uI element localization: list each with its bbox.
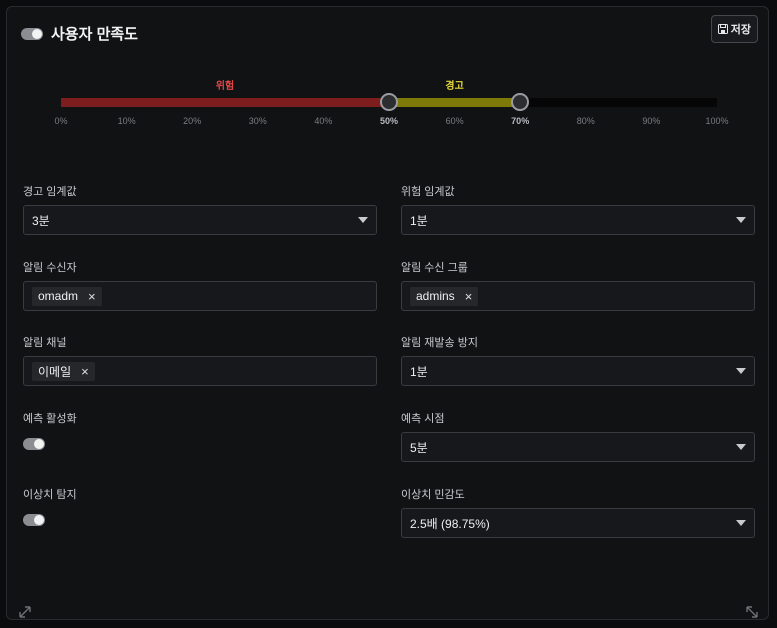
chip-label: 이메일	[38, 364, 72, 379]
anomaly-sensitivity-select[interactable]: 2.5배 (98.75%)	[401, 508, 755, 538]
recipient-groups-input[interactable]: admins ×	[401, 281, 755, 311]
save-button[interactable]: 저장	[710, 15, 758, 43]
channel-chip: 이메일 ×	[32, 361, 95, 381]
danger-zone-label: 위험	[215, 81, 235, 92]
field-label: 알림 채널	[23, 337, 67, 349]
recipient-chip: omadm ×	[32, 286, 102, 306]
field-label: 이상치 민감도	[401, 489, 465, 501]
threshold-slider: 위험 경고 0% 10% 20% 30% 40% 50% 60% 70% 80% 90% 100%	[54, 77, 728, 137]
select-value: 2.5배 (98.75%)	[410, 516, 490, 531]
chip-label: omadm	[38, 289, 79, 303]
prediction-toggle[interactable]	[23, 438, 45, 450]
chevron-down-icon	[736, 368, 746, 374]
warning-zone-label: 경고	[445, 81, 464, 92]
panel-header: 사용자 만족도 저장	[21, 15, 758, 49]
select-value: 1분	[410, 364, 428, 379]
field-label: 알림 수신자	[23, 262, 77, 274]
page-title: 사용자 만족도	[51, 26, 138, 43]
field-label: 위험 임계값	[401, 186, 455, 198]
anomaly-toggle[interactable]	[23, 514, 45, 526]
channels-input[interactable]: 이메일 ×	[23, 356, 377, 386]
settings-panel: 사용자 만족도 저장 위험 경고 0% 10% 20% 30% 40% 50% 60% 70%…	[6, 6, 769, 620]
channels-field: 알림 채널 이메일 ×	[23, 334, 377, 386]
danger-threshold-select[interactable]: 1분	[401, 205, 755, 235]
resend-prevention-select[interactable]: 1분	[401, 356, 755, 386]
slider-tick-label: 80%	[576, 116, 595, 126]
resend-prevention-field: 알림 재발송 방지 1분	[401, 334, 755, 386]
slider-tick-label: 20%	[183, 116, 202, 126]
warning-threshold-handle[interactable]	[511, 93, 530, 111]
danger-segment	[61, 98, 389, 107]
recipient-groups-field: 알림 수신 그룹 admins ×	[401, 259, 755, 311]
field-label: 알림 수신 그룹	[401, 262, 468, 274]
prediction-time-field: 예측 시점 5분	[401, 410, 755, 462]
slider-tick-label: 100%	[705, 116, 729, 126]
save-button-label: 저장	[730, 24, 751, 36]
enable-toggle[interactable]	[21, 28, 43, 40]
danger-threshold-field: 위험 임계값 1분	[401, 183, 755, 235]
field-label: 경고 임계값	[23, 186, 77, 198]
warning-segment	[389, 98, 521, 107]
warning-threshold-field: 경고 임계값 3분	[23, 183, 377, 235]
anomaly-detection-field: 이상치 탐지	[23, 486, 377, 526]
slider-tick-label: 40%	[314, 116, 333, 126]
chip-label: admins	[416, 289, 455, 303]
anomaly-sensitivity-field: 이상치 민감도 2.5배 (98.75%)	[401, 486, 755, 538]
chevron-down-icon	[358, 217, 368, 223]
select-value: 5분	[410, 440, 428, 455]
chevron-down-icon	[736, 444, 746, 450]
field-label: 이상치 탐지	[23, 489, 77, 501]
resize-icon[interactable]	[19, 605, 31, 618]
chevron-down-icon	[736, 520, 746, 526]
slider-tick-label: 30%	[248, 116, 267, 126]
slider-tick-label: 60%	[445, 116, 464, 126]
slider-tick-label: 70%	[511, 116, 530, 126]
recipients-field: 알림 수신자 omadm ×	[23, 259, 377, 311]
select-value: 3분	[32, 213, 50, 228]
chevron-down-icon	[736, 217, 746, 223]
select-value: 1분	[410, 213, 428, 228]
slider-tick-label: 90%	[642, 116, 661, 126]
danger-threshold-handle[interactable]	[380, 93, 398, 111]
field-label: 예측 활성화	[23, 413, 77, 425]
field-label: 예측 시점	[401, 413, 445, 425]
slider-tick-label: 50%	[379, 116, 399, 126]
warning-threshold-select[interactable]: 3분	[23, 205, 377, 235]
expand-icon[interactable]	[746, 605, 758, 618]
recipients-input[interactable]: omadm ×	[23, 281, 377, 311]
field-label: 알림 재발송 방지	[401, 337, 478, 349]
slider-tick-label: 0%	[54, 116, 68, 126]
close-icon[interactable]: ×	[81, 365, 89, 378]
close-icon[interactable]: ×	[465, 290, 473, 303]
slider-ticks: 0% 10% 20% 30% 40% 50% 60% 70% 80% 90% 100%	[54, 116, 728, 128]
slider-tick-label: 10%	[117, 116, 136, 126]
prediction-time-select[interactable]: 5분	[401, 432, 755, 462]
save-icon	[717, 24, 728, 34]
group-chip: admins ×	[410, 286, 479, 306]
prediction-enabled-field: 예측 활성화	[23, 410, 377, 450]
close-icon[interactable]: ×	[88, 290, 96, 303]
